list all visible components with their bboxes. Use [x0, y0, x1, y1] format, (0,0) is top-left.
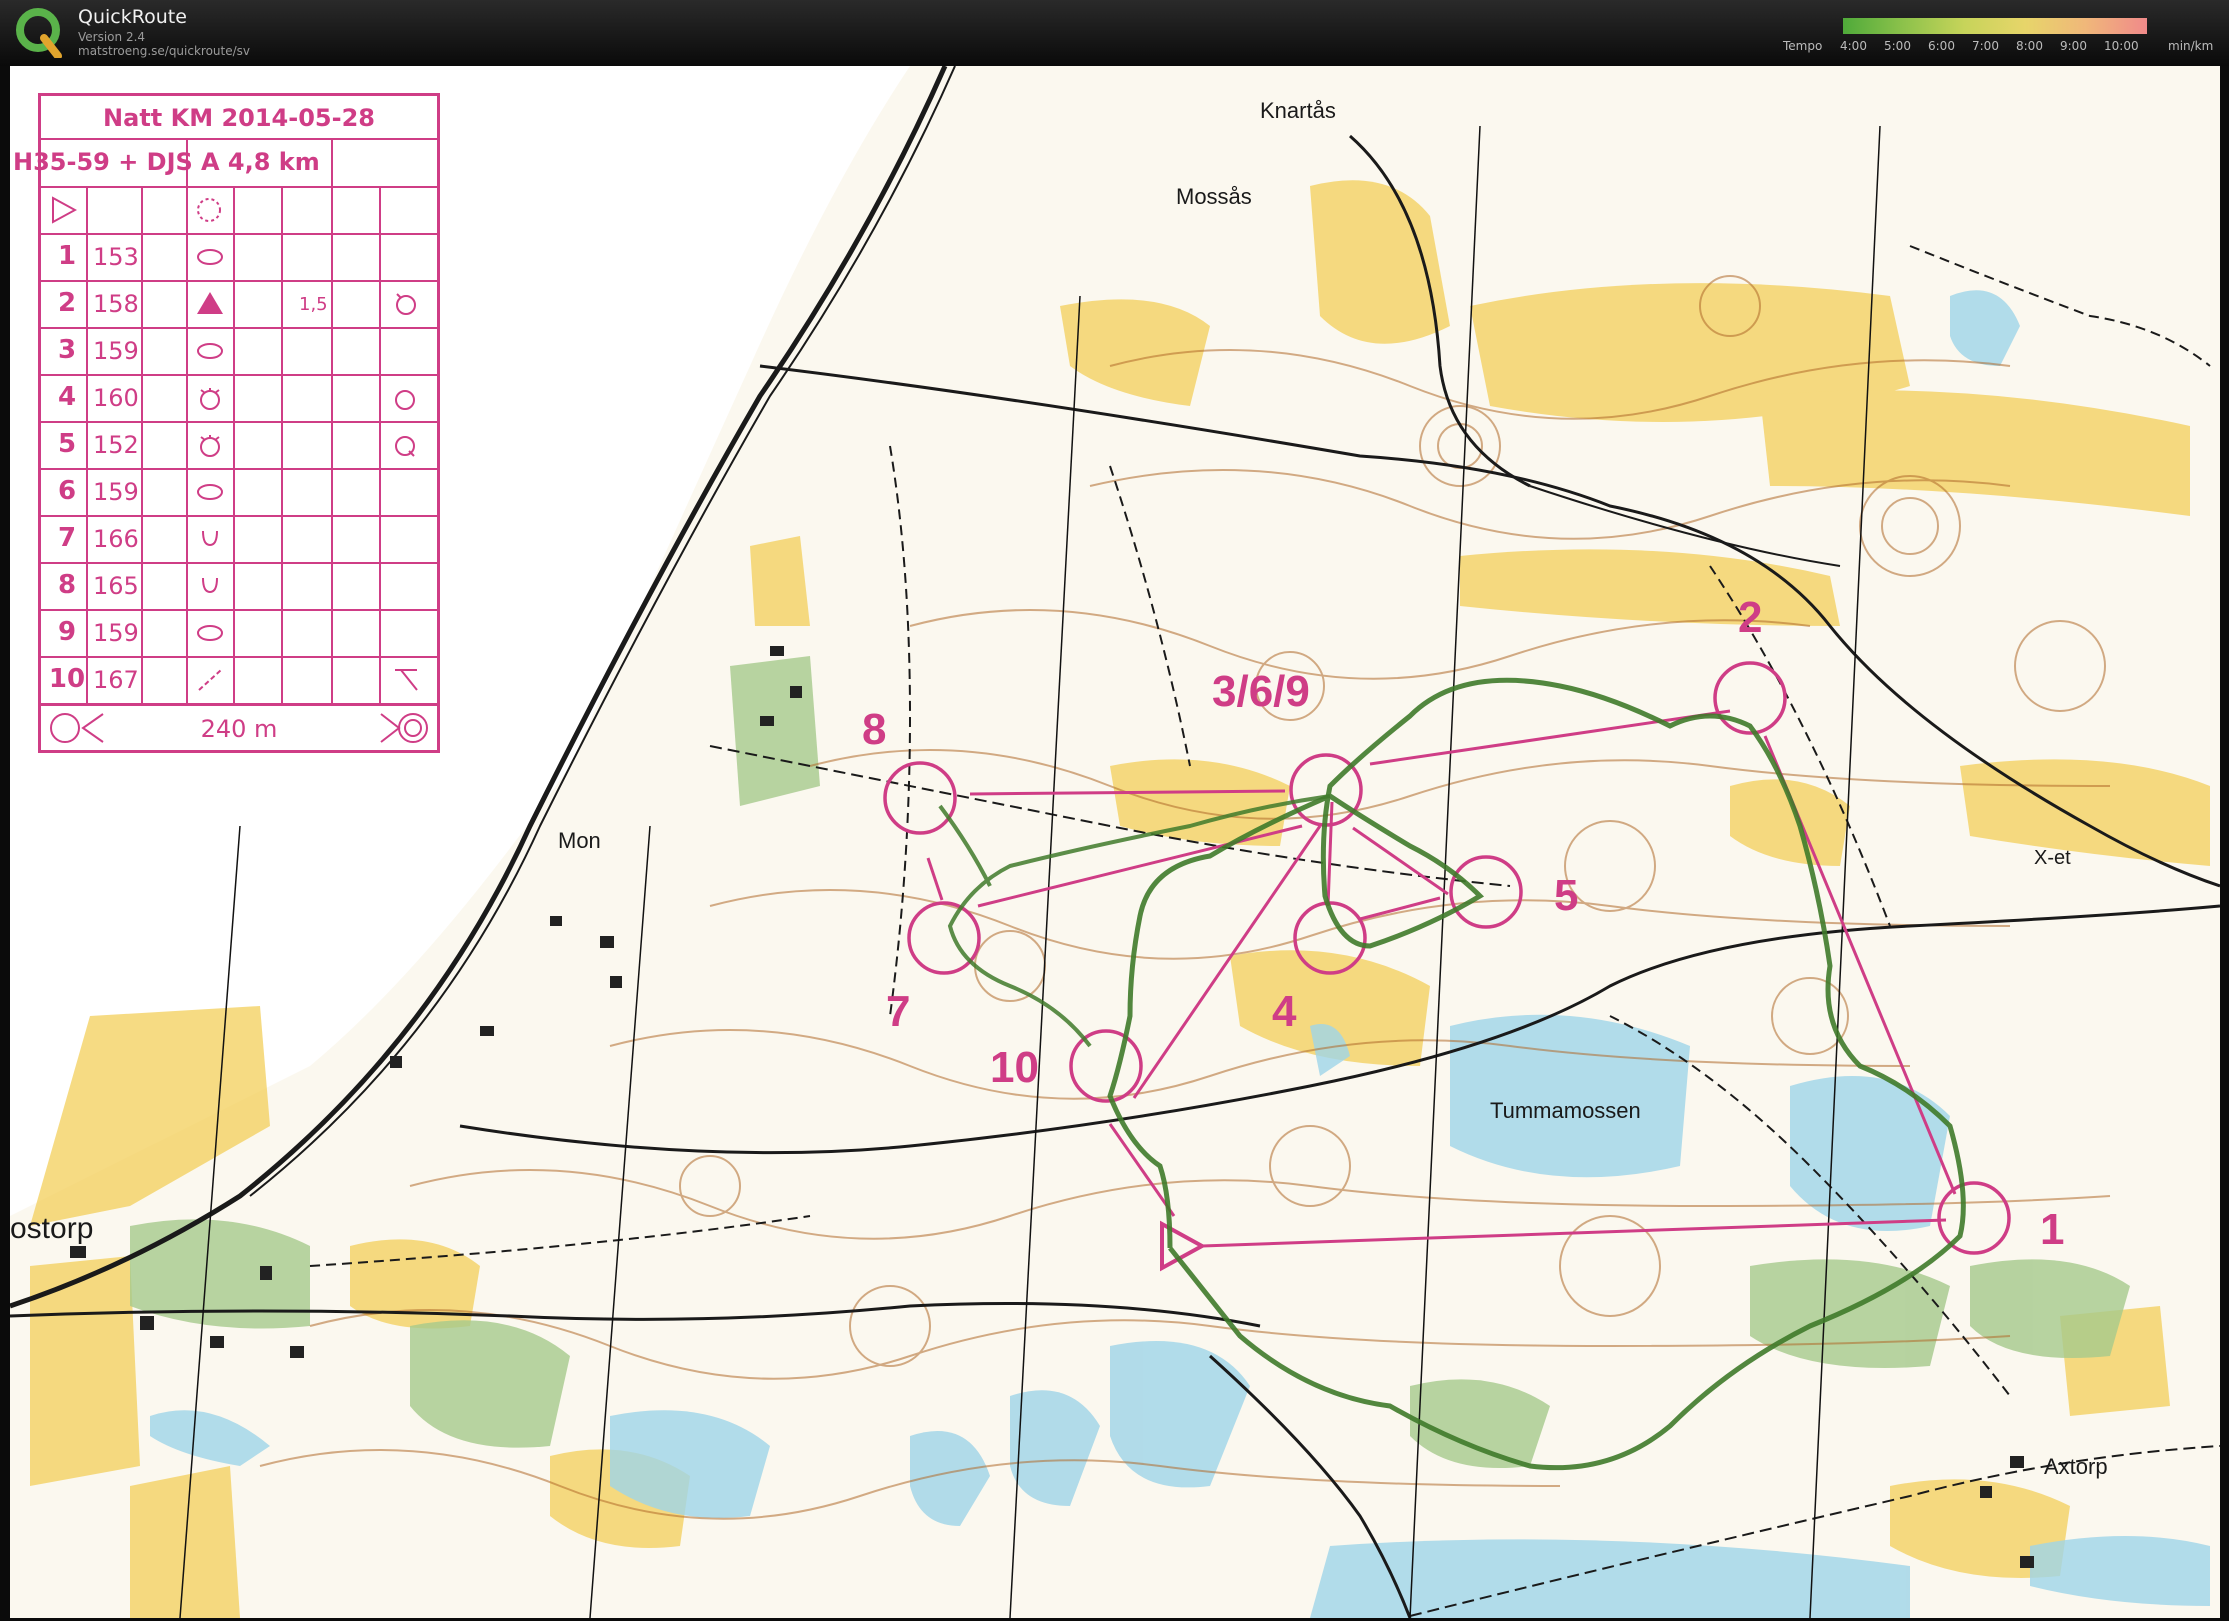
knoll-group-icon	[200, 388, 220, 410]
tempo-tick: 9:00	[2060, 39, 2087, 53]
control-row: 8 165	[41, 562, 437, 611]
place-name: Knartås	[1260, 98, 1336, 123]
depression-icon	[202, 530, 218, 547]
control-row: 3 159	[41, 327, 437, 376]
start-triangle-icon	[52, 196, 77, 224]
tempo-unit: min/km	[2168, 39, 2214, 53]
course-label: A 4,8 km	[201, 148, 320, 176]
finish-row: 240 m	[41, 706, 437, 750]
app-url: matstroeng.se/quickroute/sv	[78, 44, 251, 58]
side-feature-icon	[396, 293, 416, 315]
tempo-tick: 10:00	[2104, 39, 2139, 53]
control-row: 4 160	[41, 374, 437, 423]
app-header-bar: QuickRoute Version 2.4 matstroeng.se/qui…	[0, 0, 2229, 66]
control-label: 5	[1554, 871, 1578, 920]
place-name: Tummamossen	[1490, 1098, 1641, 1123]
class-label: H35-59 + DJS	[13, 148, 193, 176]
position-icon	[395, 390, 415, 410]
control-row: 5 152	[41, 421, 437, 470]
control-label: 2	[1738, 593, 1762, 642]
tempo-tick: 4:00	[1840, 39, 1867, 53]
quickroute-logo-icon	[16, 8, 62, 58]
control-row: 10 167	[41, 656, 437, 706]
control-description-card: Natt KM 2014-05-28 H35-59 + DJS A 4,8 km…	[13, 93, 440, 753]
place-name: Mossås	[1176, 184, 1252, 209]
boulder-icon	[197, 292, 223, 314]
app-version: Version 2.4	[78, 30, 146, 44]
control-label: 4	[1272, 987, 1297, 1036]
finish-icon	[380, 713, 428, 743]
tempo-color-scale	[1843, 18, 2147, 34]
path-icon	[198, 669, 222, 691]
control-row: 7 166	[41, 515, 437, 564]
knoll-icon	[197, 625, 223, 641]
knoll-icon	[197, 249, 223, 265]
control-label: 7	[886, 987, 910, 1036]
control-row: 6 159	[41, 468, 437, 517]
place-name: ostorp	[10, 1212, 93, 1245]
app-title: QuickRoute	[78, 6, 187, 28]
knoll-icon	[197, 343, 223, 359]
start-feature-icon	[197, 198, 221, 222]
control-label: 1	[2040, 1205, 2064, 1254]
tempo-tick: 8:00	[2016, 39, 2043, 53]
position-icon	[395, 436, 415, 457]
control-row: 2 158 1,5	[41, 280, 437, 329]
place-name: Mon	[558, 828, 601, 853]
place-name: Axtorp	[2044, 1454, 2108, 1479]
control-label: 10	[990, 1043, 1039, 1092]
control-row: 9 159	[41, 609, 437, 658]
tempo-tick: 5:00	[1884, 39, 1911, 53]
class-course-row: H35-59 + DJS A 4,8 km	[13, 140, 437, 188]
knoll-group-icon	[200, 435, 220, 457]
control-row: 1 153	[41, 233, 437, 282]
tempo-label: Tempo	[1783, 39, 1823, 53]
path-end-icon	[395, 669, 418, 691]
tempo-tick: 7:00	[1972, 39, 1999, 53]
knoll-icon	[197, 484, 223, 500]
tempo-tick: 6:00	[1928, 39, 1955, 53]
event-title: Natt KM 2014-05-28	[41, 96, 437, 140]
place-name: X-et	[2034, 847, 2071, 869]
depression-icon	[202, 577, 218, 594]
control-label: 3/6/9	[1212, 667, 1310, 716]
start-row	[41, 186, 437, 235]
control-label: 8	[862, 705, 886, 754]
